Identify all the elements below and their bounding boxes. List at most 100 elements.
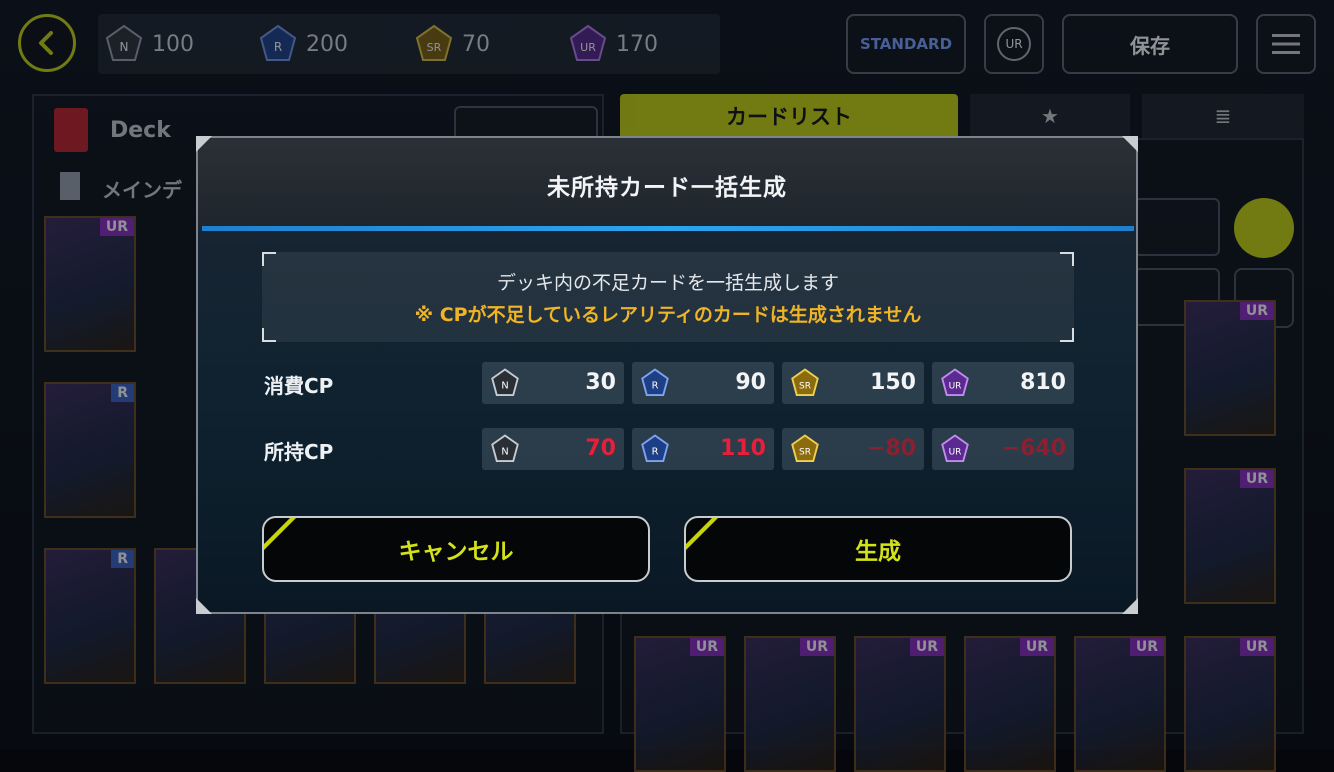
bracket-corner [262,252,276,266]
rarity-tag: UR [909,638,944,656]
dialog-notice: デッキ内の不足カードを一括生成します ※ CPが不足しているレアリティのカードは… [262,252,1074,342]
deck-name: Deck [110,118,171,143]
cp-sr-chip: SR 70 [414,24,490,64]
rarity-tag: UR [1129,638,1164,656]
consumed-cp-n-value: 30 [585,370,616,395]
svg-text:N: N [120,40,129,54]
bulk-generate-dialog: 未所持カード一括生成 デッキ内の不足カードを一括生成します ※ CPが不足してい… [196,136,1138,614]
cp-r-value: 200 [306,31,348,57]
button-accent-inner [264,518,292,546]
consumed-cp-sr: SR 150 [782,362,924,404]
cp-r-chip: R 200 [258,24,348,64]
list-card[interactable]: UR [744,636,836,772]
cp-ur-gem-icon: UR [941,368,969,396]
list-card[interactable]: UR [964,636,1056,772]
svg-text:UR: UR [949,447,962,457]
notice-warning-text: ※ CPが不足しているレアリティのカードは生成されません [414,304,922,326]
button-accent-inner [686,518,714,546]
list-card[interactable]: UR [1184,468,1276,604]
consumed-cp-ur-value: 810 [1020,370,1066,395]
tab-card-list[interactable]: カードリスト [620,94,958,138]
tab-favorites[interactable]: ★ [970,94,1130,138]
consumed-cp-label: 消費CP [264,374,334,398]
svg-text:R: R [652,446,659,457]
cp-n-gem-icon: N [105,24,143,61]
card-view-icon[interactable] [1234,198,1294,258]
menu-button[interactable] [1256,14,1316,74]
cp-ur-value: 170 [616,31,658,57]
cp-n-gem-icon: N [491,434,519,462]
svg-text:N: N [501,446,508,457]
back-arrow-icon [39,31,53,55]
rarity-tag: UR [799,638,834,656]
generate-button-label: 生成 [855,539,901,565]
cancel-button-label: キャンセル [398,539,514,565]
save-button[interactable]: 保存 [1062,14,1238,74]
cp-ur-gem-icon: UR [569,24,607,61]
consumed-cp-r-value: 90 [735,370,766,395]
svg-text:UR: UR [949,381,962,391]
format-badge[interactable]: STANDARD [846,14,966,74]
dialog-corner [196,598,212,614]
owned-cp-sr: SR −80 [782,428,924,470]
dialog-corner [196,136,212,152]
owned-cp-sr-value: −80 [866,436,916,461]
bracket-corner [1060,328,1074,342]
list-card[interactable]: UR [854,636,946,772]
cp-r-gem-icon: R [259,24,297,61]
consumed-cp-r: R 90 [632,362,774,404]
generate-button[interactable]: 生成 [684,516,1072,582]
owned-cp-n: N 70 [482,428,624,470]
owned-cp-ur: UR −640 [932,428,1074,470]
svg-text:SR: SR [427,41,442,54]
deck-card[interactable]: R [44,548,136,684]
dialog-divider [202,226,1134,231]
cp-sr-value: 70 [462,31,490,57]
bracket-corner [262,328,276,342]
cp-r-gem-icon: R [641,434,669,462]
notice-main-text: デッキ内の不足カードを一括生成します [496,272,839,294]
svg-text:SR: SR [799,381,811,391]
rarity-tag: UR [1239,470,1274,488]
deck-case-icon [54,108,88,152]
rarity-tag: R [111,550,134,568]
consumed-cp-sr-value: 150 [870,370,916,395]
svg-text:N: N [501,380,508,391]
main-deck-label: メインデ [102,178,182,202]
cp-sr-gem-icon: SR [791,434,819,462]
cp-balance-bar: N 100 R 200 SR 70 UR 170 [98,14,720,74]
tab-memo[interactable]: ≣ [1142,94,1304,138]
cp-sr-gem-icon: SR [791,368,819,396]
rarity-tag: R [111,384,134,402]
back-button[interactable] [18,14,76,72]
list-card[interactable]: UR [634,636,726,772]
list-card[interactable]: UR [1184,636,1276,772]
ur-filter-button[interactable]: UR [984,14,1044,74]
list-card[interactable]: UR [1184,300,1276,436]
cp-sr-gem-icon: SR [415,24,453,61]
rarity-tag: UR [99,218,134,236]
deck-card[interactable]: R [44,382,136,518]
consumed-cp-ur: UR 810 [932,362,1074,404]
dialog-corner [1122,136,1138,152]
rarity-tag: UR [1239,638,1274,656]
owned-cp-r-value: 110 [720,436,766,461]
cp-ur-chip: UR 170 [568,24,658,64]
dialog-corner [1122,598,1138,614]
deck-card[interactable]: UR [44,216,136,352]
ur-label: UR [997,27,1031,61]
rarity-tag: UR [1019,638,1054,656]
svg-text:SR: SR [799,447,811,457]
consumed-cp-n: N 30 [482,362,624,404]
cp-ur-gem-icon: UR [941,434,969,462]
owned-cp-ur-value: −640 [1001,436,1066,461]
list-card[interactable]: UR [1074,636,1166,772]
cp-n-value: 100 [152,31,194,57]
bracket-corner [1060,252,1074,266]
owned-cp-r: R 110 [632,428,774,470]
search-input[interactable] [1134,198,1220,256]
svg-text:R: R [274,40,282,54]
cancel-button[interactable]: キャンセル [262,516,650,582]
cp-n-gem-icon: N [491,368,519,396]
cp-n-chip: N 100 [104,24,194,64]
